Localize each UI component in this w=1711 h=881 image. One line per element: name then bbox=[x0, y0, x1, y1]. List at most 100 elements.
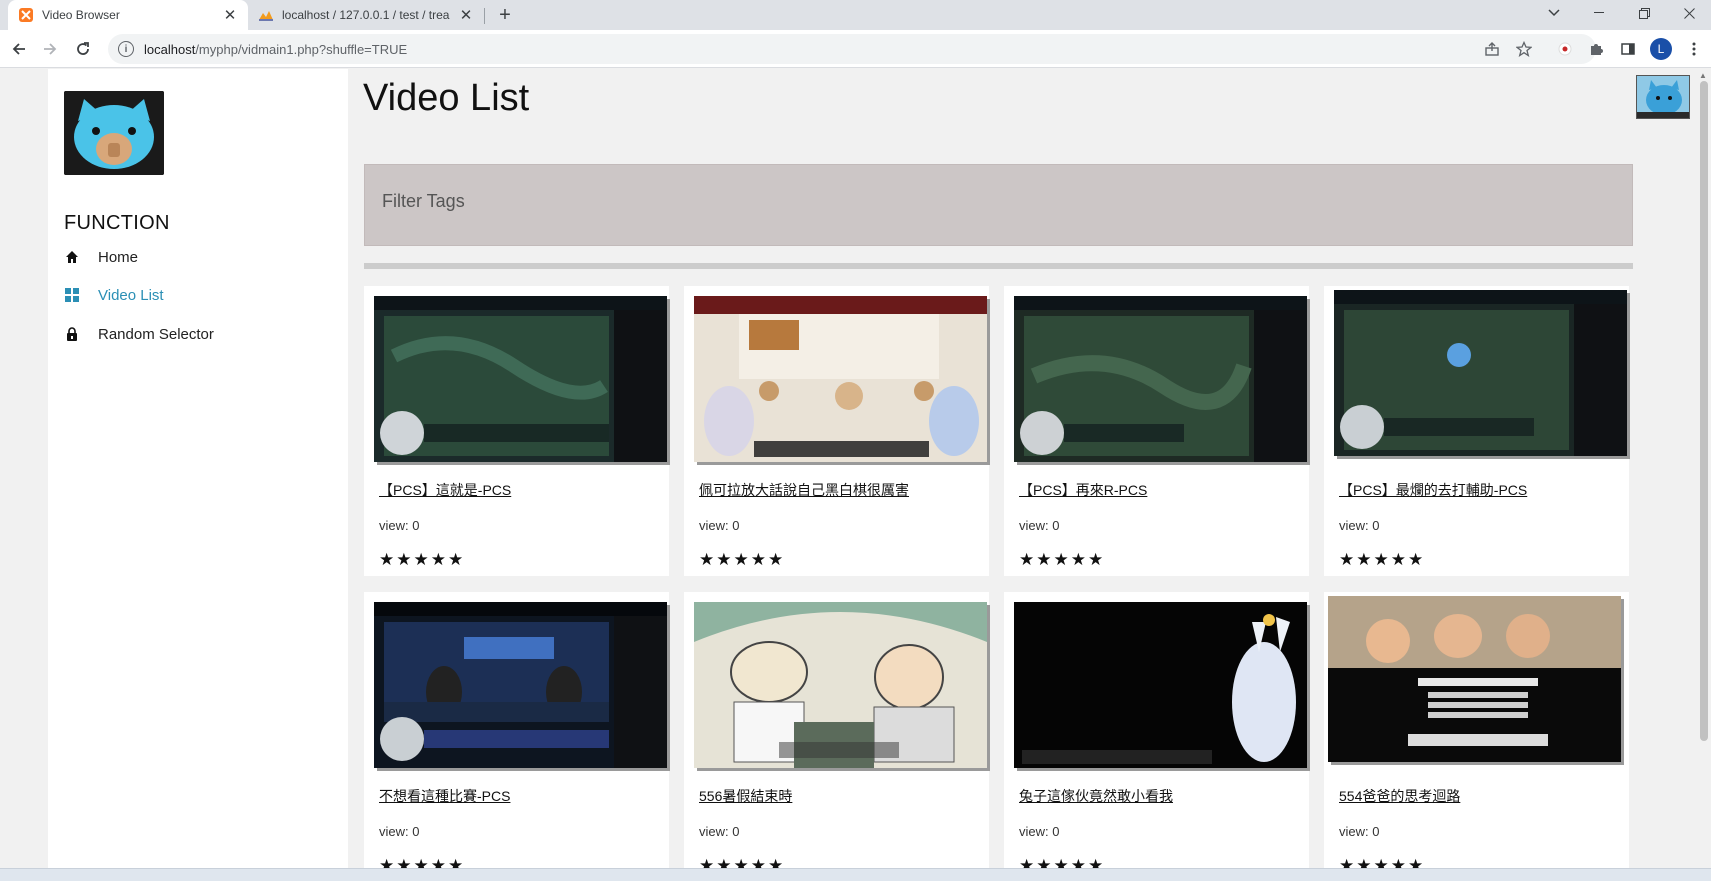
star-icon[interactable]: ★ bbox=[734, 551, 749, 569]
video-thumbnail[interactable] bbox=[1334, 290, 1627, 456]
video-title[interactable]: 556暑假結束時 bbox=[699, 786, 792, 806]
video-thumbnail[interactable] bbox=[1014, 602, 1307, 768]
rating-stars[interactable]: ★ ★ ★ ★ ★ bbox=[379, 551, 463, 569]
video-views: view: 0 bbox=[1339, 518, 1380, 533]
tab-title: Video Browser bbox=[42, 8, 120, 22]
divider-bar bbox=[364, 263, 1633, 269]
star-icon[interactable]: ★ bbox=[699, 551, 714, 569]
tab-video-browser[interactable]: Video Browser ✕ bbox=[8, 0, 248, 30]
sidebar-item-home[interactable]: Home bbox=[64, 245, 138, 269]
os-taskbar bbox=[0, 868, 1711, 881]
bookmark-star-icon[interactable] bbox=[1514, 39, 1534, 59]
close-window-button[interactable] bbox=[1669, 0, 1709, 26]
video-card[interactable]: 556暑假結束時 view: 0 ★ ★ ★ ★ ★ bbox=[684, 592, 989, 881]
video-card[interactable]: 不想看這種比賽-PCS view: 0 ★ ★ ★ ★ ★ bbox=[364, 592, 669, 881]
lock-icon bbox=[64, 326, 80, 342]
arrow-right-icon bbox=[44, 43, 57, 55]
video-card[interactable]: 【PCS】這就是-PCS view: 0 ★ ★ ★ ★ ★ bbox=[364, 286, 669, 576]
star-icon[interactable]: ★ bbox=[1088, 551, 1103, 569]
star-icon[interactable]: ★ bbox=[716, 551, 731, 569]
minimize-button[interactable] bbox=[1579, 0, 1619, 26]
filter-tags-label: Filter Tags bbox=[382, 191, 465, 211]
site-info-icon[interactable]: i bbox=[118, 41, 134, 57]
back-button[interactable] bbox=[7, 37, 31, 61]
video-thumbnail[interactable] bbox=[374, 296, 667, 462]
video-title[interactable]: 【PCS】最爛的去打輔助-PCS bbox=[1339, 480, 1527, 500]
video-card[interactable]: 554爸爸的思考迴路 view: 0 ★ ★ ★ ★ ★ bbox=[1324, 592, 1629, 881]
rating-stars[interactable]: ★ ★ ★ ★ ★ bbox=[699, 551, 783, 569]
sidebar-item-label: Home bbox=[98, 248, 139, 266]
star-icon[interactable]: ★ bbox=[1391, 551, 1406, 569]
share-icon[interactable] bbox=[1482, 39, 1502, 59]
url-text: localhost/myphp/vidmain1.php?shuffle=TRU… bbox=[144, 41, 408, 57]
video-views: view: 0 bbox=[699, 518, 740, 533]
video-thumbnail[interactable] bbox=[694, 296, 987, 462]
record-extension-icon[interactable] bbox=[1555, 39, 1575, 59]
video-views: view: 0 bbox=[1019, 518, 1060, 533]
menu-kebab-icon[interactable] bbox=[1684, 39, 1704, 59]
star-icon[interactable]: ★ bbox=[1054, 551, 1069, 569]
scrollbar-thumb[interactable] bbox=[1700, 81, 1708, 741]
page-viewport: FUNCTION Home Video List Random Selector… bbox=[0, 69, 1711, 881]
star-icon[interactable]: ★ bbox=[396, 551, 411, 569]
sidebar-item-video-list[interactable]: Video List bbox=[64, 283, 164, 307]
star-icon[interactable]: ★ bbox=[1356, 551, 1371, 569]
tab-title: localhost / 127.0.0.1 / test / trea bbox=[282, 8, 450, 22]
video-card[interactable]: 【PCS】最爛的去打輔助-PCS view: 0 ★ ★ ★ ★ ★ bbox=[1324, 286, 1629, 576]
video-card[interactable]: 佩可拉放大話說自己黑白棋很厲害 view: 0 ★ ★ ★ ★ ★ bbox=[684, 286, 989, 576]
scroll-up-arrow-icon[interactable]: ▲ bbox=[1699, 71, 1707, 80]
corner-avatar-image[interactable] bbox=[1636, 75, 1690, 119]
grid-icon bbox=[64, 287, 80, 303]
star-icon[interactable]: ★ bbox=[1019, 551, 1034, 569]
video-thumbnail[interactable] bbox=[374, 602, 667, 768]
side-panel-icon[interactable] bbox=[1618, 39, 1638, 59]
close-icon[interactable]: ✕ bbox=[456, 5, 476, 25]
video-title[interactable]: 【PCS】再來R-PCS bbox=[1019, 480, 1147, 500]
browser-toolbar: i localhost/myphp/vidmain1.php?shuffle=T… bbox=[0, 30, 1711, 68]
star-icon[interactable]: ★ bbox=[1408, 551, 1423, 569]
sidebar-item-label: Random Selector bbox=[98, 325, 214, 343]
video-title[interactable]: 554爸爸的思考迴路 bbox=[1339, 786, 1460, 806]
video-title[interactable]: 不想看這種比賽-PCS bbox=[379, 786, 510, 806]
site-logo[interactable] bbox=[64, 91, 164, 175]
phpmyadmin-icon bbox=[258, 7, 274, 23]
video-title[interactable]: 佩可拉放大話說自己黑白棋很厲害 bbox=[699, 480, 909, 500]
star-icon[interactable]: ★ bbox=[768, 551, 783, 569]
star-icon[interactable]: ★ bbox=[379, 551, 394, 569]
page-title: Video List bbox=[363, 77, 530, 119]
sidebar-item-random-selector[interactable]: Random Selector bbox=[64, 322, 214, 346]
video-thumbnail[interactable] bbox=[1014, 296, 1307, 462]
video-title[interactable]: 兔子這傢伙竟然敢小看我 bbox=[1019, 786, 1173, 806]
video-thumbnail[interactable] bbox=[694, 602, 987, 768]
rating-stars[interactable]: ★ ★ ★ ★ ★ bbox=[1339, 551, 1423, 569]
new-tab-button[interactable]: + bbox=[494, 4, 516, 26]
star-icon[interactable]: ★ bbox=[431, 551, 446, 569]
star-icon[interactable]: ★ bbox=[751, 551, 766, 569]
rating-stars[interactable]: ★ ★ ★ ★ ★ bbox=[1019, 551, 1103, 569]
star-icon[interactable]: ★ bbox=[1374, 551, 1389, 569]
video-views: view: 0 bbox=[1019, 824, 1060, 839]
star-icon[interactable]: ★ bbox=[1071, 551, 1086, 569]
star-icon[interactable]: ★ bbox=[1339, 551, 1354, 569]
star-icon[interactable]: ★ bbox=[1036, 551, 1051, 569]
restore-button[interactable] bbox=[1624, 0, 1664, 26]
tab-search-button[interactable] bbox=[1534, 0, 1574, 26]
address-bar[interactable]: i localhost/myphp/vidmain1.php?shuffle=T… bbox=[108, 34, 1596, 64]
filter-tags-panel[interactable]: Filter Tags bbox=[364, 164, 1633, 246]
video-card[interactable]: 【PCS】再來R-PCS view: 0 ★ ★ ★ ★ ★ bbox=[1004, 286, 1309, 576]
video-thumbnail[interactable] bbox=[1328, 596, 1621, 762]
extensions-puzzle-icon[interactable] bbox=[1586, 39, 1606, 59]
video-title[interactable]: 【PCS】這就是-PCS bbox=[379, 480, 511, 500]
main-content: Video List Filter Tags 【PCS】這就是-PCS view… bbox=[348, 69, 1698, 881]
star-icon[interactable]: ★ bbox=[448, 551, 463, 569]
profile-avatar[interactable]: L bbox=[1650, 38, 1672, 60]
reload-button[interactable] bbox=[71, 37, 95, 61]
home-icon bbox=[64, 249, 80, 265]
close-icon[interactable]: ✕ bbox=[220, 5, 240, 25]
xampp-icon bbox=[18, 7, 34, 23]
video-card[interactable]: 兔子這傢伙竟然敢小看我 view: 0 ★ ★ ★ ★ ★ bbox=[1004, 592, 1309, 881]
arrow-left-icon bbox=[12, 43, 25, 55]
tab-phpmyadmin[interactable]: localhost / 127.0.0.1 / test / trea ✕ bbox=[248, 0, 484, 30]
star-icon[interactable]: ★ bbox=[414, 551, 429, 569]
forward-button[interactable] bbox=[38, 37, 62, 61]
